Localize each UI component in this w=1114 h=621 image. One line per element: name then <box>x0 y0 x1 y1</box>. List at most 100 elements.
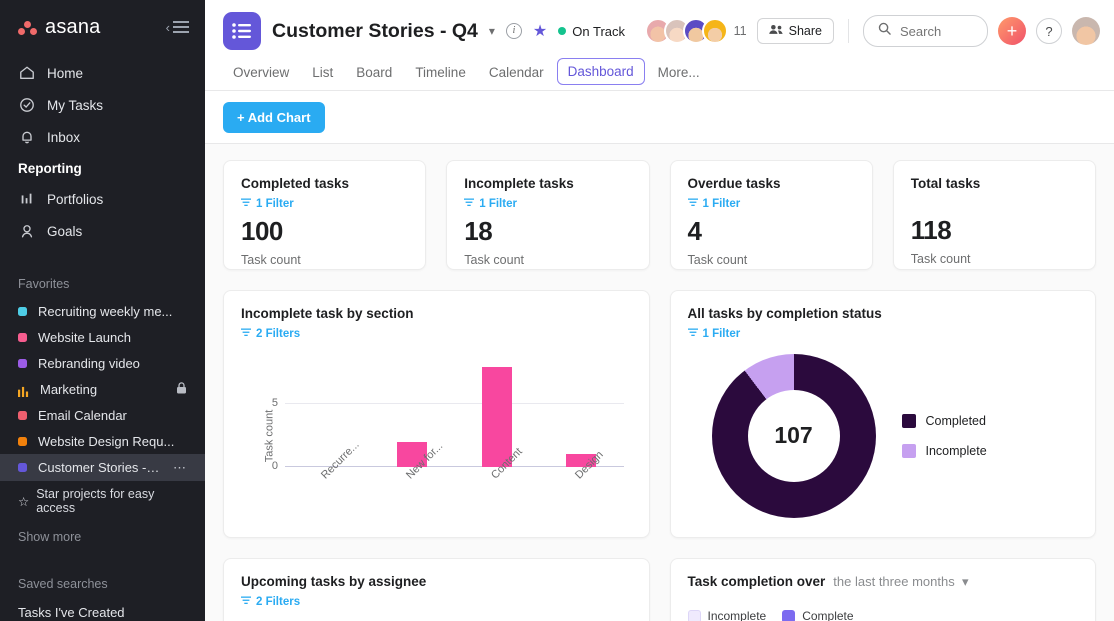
donut-ring: 107 <box>712 354 876 518</box>
info-icon[interactable]: i <box>506 23 522 39</box>
show-more-button[interactable]: Show more <box>0 521 205 553</box>
tab-list[interactable]: List <box>302 59 343 90</box>
stat-cards-row: Completed tasks 1 Filter 100 Task count … <box>223 160 1096 270</box>
tab-calendar[interactable]: Calendar <box>479 59 554 90</box>
sidebar-item-tasks-ive-created[interactable]: Tasks I've Created <box>0 599 205 621</box>
chart-card-incomplete-by-section[interactable]: Incomplete task by section 2 Filters Tas… <box>223 290 650 538</box>
sidebar-item-rebranding-video[interactable]: Rebranding video <box>0 350 205 376</box>
create-button[interactable]: + <box>998 17 1026 45</box>
sidebar-item-inbox[interactable]: Inbox <box>0 121 205 153</box>
profile-avatar[interactable] <box>1072 17 1100 45</box>
legend-label: Incomplete <box>926 444 987 458</box>
chevron-down-icon: ▾ <box>958 574 968 589</box>
share-label: Share <box>789 24 822 38</box>
status-badge[interactable]: On Track <box>558 24 625 39</box>
tab-more[interactable]: More... <box>648 59 710 90</box>
sidebar-item-recruiting-weekly[interactable]: Recruiting weekly me... <box>0 298 205 324</box>
sidebar-item-customer-stories-q4[interactable]: Customer Stories - Q4 ⋯ <box>0 454 205 481</box>
stat-card-completed-tasks[interactable]: Completed tasks 1 Filter 100 Task count <box>223 160 426 270</box>
card-title: Task completion over <box>688 574 826 589</box>
sidebar-section-reporting: Reporting <box>0 153 205 183</box>
sidebar-item-label: Website Design Requ... <box>38 434 174 449</box>
star-outline-icon: ☆ <box>18 494 29 509</box>
bar-column[interactable]: Recurre... <box>285 354 370 467</box>
filter-link[interactable]: 1 Filter <box>688 198 855 210</box>
sidebar-item-email-calendar[interactable]: Email Calendar <box>0 402 205 428</box>
list-project-icon[interactable] <box>223 12 261 50</box>
bar-column[interactable]: Design <box>539 354 624 467</box>
bar-column[interactable]: New for... <box>370 354 455 467</box>
donut-chart: 107 Completed Incomplete <box>688 346 1079 525</box>
dashboard-toolbar: + Add Chart <box>205 91 1114 144</box>
filter-link[interactable]: 1 Filter <box>241 198 408 210</box>
collapse-menu-icon[interactable]: ‹ <box>166 20 189 35</box>
chevron-down-icon[interactable]: ▾ <box>489 24 495 38</box>
stat-value: 18 <box>464 216 631 247</box>
tab-board[interactable]: Board <box>346 59 402 90</box>
sidebar-item-label: Marketing <box>40 382 97 397</box>
card-title: Upcoming tasks by assignee <box>241 574 632 589</box>
star-filled-icon[interactable]: ★ <box>533 21 547 41</box>
project-overflow-menu-icon[interactable]: ⋯ <box>173 460 187 476</box>
bar[interactable] <box>482 367 512 467</box>
search-icon <box>878 22 891 40</box>
project-color-dot <box>18 463 27 472</box>
sidebar: asana ‹ Home <box>0 0 205 621</box>
filter-icon <box>688 198 698 210</box>
legend-item: Completed <box>902 414 987 428</box>
legend-swatch <box>902 444 916 458</box>
sidebar-item-marketing[interactable]: Marketing <box>0 376 205 402</box>
tab-timeline[interactable]: Timeline <box>405 59 476 90</box>
sidebar-item-goals[interactable]: Goals <box>0 215 205 247</box>
bar-column[interactable]: Content <box>454 354 539 467</box>
filter-link[interactable]: 2 Filters <box>241 596 632 608</box>
chart-card-completion-status[interactable]: All tasks by completion status 1 Filter … <box>670 290 1097 538</box>
star-projects-label: Star projects for easy access <box>36 487 187 515</box>
sidebar-item-website-design-requests[interactable]: Website Design Requ... <box>0 428 205 454</box>
stat-subtitle: Task count <box>241 253 408 267</box>
search-box[interactable] <box>863 15 988 47</box>
stat-card-total-tasks[interactable]: Total tasks 118 Task count <box>893 160 1096 270</box>
avatar[interactable] <box>702 18 728 44</box>
project-color-dot <box>18 359 27 368</box>
bar-chart-icon <box>18 190 36 208</box>
member-avatars[interactable]: 11 <box>645 18 747 44</box>
sidebar-item-home[interactable]: Home <box>0 57 205 89</box>
dashboard-board: Completed tasks 1 Filter 100 Task count … <box>205 144 1114 621</box>
bottom-cards-row: Upcoming tasks by assignee 2 Filters Tas… <box>223 558 1096 621</box>
filter-link[interactable]: 1 Filter <box>688 328 1079 340</box>
bar-chart-plot: 05Recurre...New for...ContentDesign <box>285 354 624 467</box>
filter-link[interactable]: 2 Filters <box>241 328 632 340</box>
legend-item: Incomplete <box>902 444 987 458</box>
completion-legend: Incomplete Complete <box>688 609 1079 621</box>
sidebar-item-website-launch[interactable]: Website Launch <box>0 324 205 350</box>
legend-label: Incomplete <box>708 609 767 621</box>
asana-logo[interactable]: asana <box>18 16 101 39</box>
card-title: Completed tasks <box>241 176 408 191</box>
sidebar-item-label: Website Launch <box>38 330 131 345</box>
sidebar-item-label: Portfolios <box>47 192 103 207</box>
x-axis-tick: Recurre... <box>319 439 362 482</box>
stat-card-incomplete-tasks[interactable]: Incomplete tasks 1 Filter 18 Task count <box>446 160 649 270</box>
star-projects-hint[interactable]: ☆ Star projects for easy access <box>0 481 205 521</box>
tab-overview[interactable]: Overview <box>223 59 299 90</box>
stat-value: 118 <box>911 215 1078 246</box>
sidebar-item-my-tasks[interactable]: My Tasks <box>0 89 205 121</box>
chart-card-task-completion-over-time[interactable]: Task completion over the last three mont… <box>670 558 1097 621</box>
page-title: Customer Stories - Q4 <box>272 20 478 43</box>
asana-logo-icon <box>18 19 38 37</box>
chart-card-upcoming-by-assignee[interactable]: Upcoming tasks by assignee 2 Filters <box>223 558 650 621</box>
tab-dashboard[interactable]: Dashboard <box>557 58 645 85</box>
time-range-selector[interactable]: the last three months ▾ <box>833 574 968 590</box>
share-button[interactable]: Share <box>757 18 834 44</box>
help-button[interactable]: ? <box>1036 18 1062 44</box>
sidebar-item-label: Recruiting weekly me... <box>38 304 172 319</box>
search-input[interactable] <box>900 24 973 39</box>
stat-card-overdue-tasks[interactable]: Overdue tasks 1 Filter 4 Task count <box>670 160 873 270</box>
project-color-dot <box>18 411 27 420</box>
sidebar-item-label: Home <box>47 66 83 81</box>
add-chart-button[interactable]: + Add Chart <box>223 102 325 133</box>
sidebar-item-portfolios[interactable]: Portfolios <box>0 183 205 215</box>
stat-subtitle: Task count <box>688 253 855 267</box>
filter-link[interactable]: 1 Filter <box>464 198 631 210</box>
